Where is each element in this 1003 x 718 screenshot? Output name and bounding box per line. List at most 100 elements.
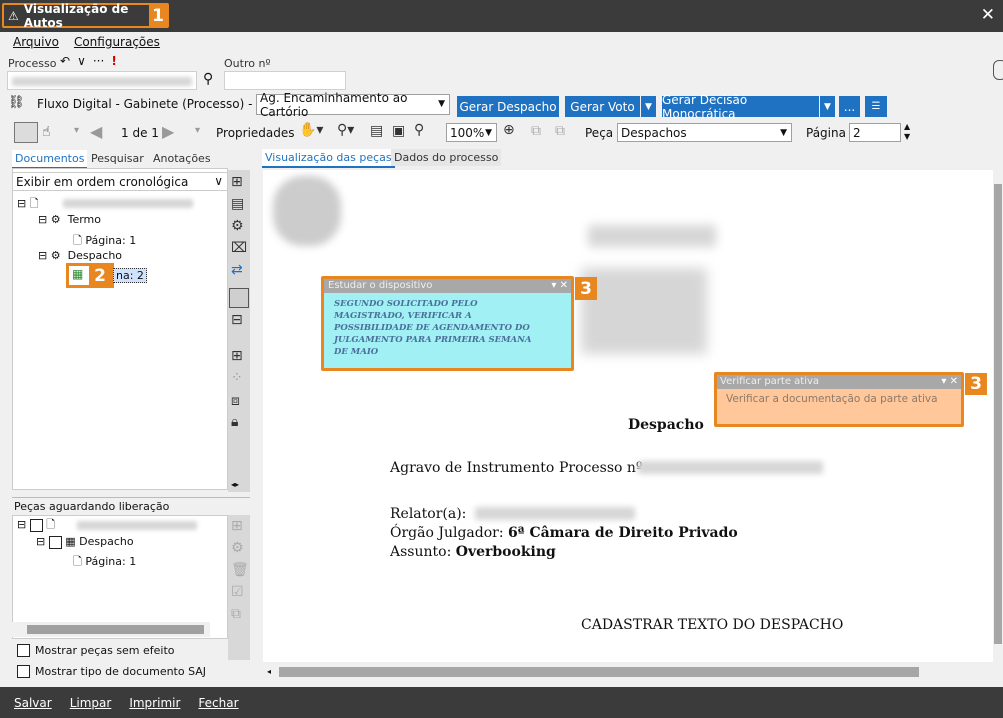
paste-icon[interactable]: ⧉ [555, 123, 565, 139]
process-number-input[interactable] [7, 71, 197, 90]
bottom-bar: Salvar Limpar Imprimir Fechar [0, 687, 1003, 718]
chevron-down-icon: ▼ [780, 128, 787, 138]
add-note-icon[interactable]: ⊞ [231, 348, 243, 364]
tree-despacho[interactable]: ⊟ ⚙ Despacho [38, 249, 122, 262]
tree-tool-icon-1[interactable]: ⊞ [231, 174, 243, 190]
fechar-button[interactable]: Fechar [198, 696, 238, 710]
tab-documentos[interactable]: Documentos [12, 150, 88, 169]
tab-visualizacao[interactable]: Visualização das peças [262, 149, 395, 168]
hand-cursor-icon[interactable]: ☝ [42, 124, 51, 140]
peca-select[interactable]: Despachos ▼ [617, 123, 792, 142]
pending-despacho[interactable]: ⊟ ▦ Despacho [36, 535, 134, 549]
scroll-arrows-icon[interactable]: ◂▸ [231, 480, 239, 489]
gerar-decisao-dropdown[interactable]: ▼ [820, 96, 835, 117]
pending-page[interactable]: 🗋 Página: 1 [73, 553, 136, 572]
next-page-icon[interactable]: ▶ [162, 122, 174, 141]
back-icon[interactable]: ↶ [60, 54, 70, 68]
doc-hscroll[interactable]: ◂ [263, 664, 993, 680]
pagina-input[interactable]: 2 [849, 123, 901, 142]
loading-icon[interactable]: ⁘ [231, 370, 243, 386]
pagina-label: Página [806, 126, 846, 140]
tree-tool-icon-2[interactable]: ▤ [231, 196, 244, 212]
tree-termo[interactable]: ⊟ ⚙ Termo [38, 213, 101, 226]
pending-root-checkbox[interactable] [29, 518, 43, 532]
prev-page-icon[interactable]: ◀ [90, 122, 102, 141]
lock-icon[interactable]: 🔒︎ [231, 414, 238, 430]
note-close-icon[interactable]: ▾ ✕ [941, 375, 958, 389]
tree-despacho-page[interactable]: na: 2 [113, 268, 147, 283]
pending-root[interactable]: ⊟ 🗋 [17, 516, 55, 535]
document-icon: 🗋 [46, 518, 56, 531]
sem-efeito-checkbox[interactable] [17, 644, 30, 657]
pending-root-label [77, 521, 197, 530]
tree-tool-icon-3[interactable]: ⚙ [231, 218, 244, 234]
limpar-button[interactable]: Limpar [70, 696, 112, 710]
app-logo-icon: ⚠ [8, 8, 19, 23]
process-actions: ↶ ∨ ··· ! [60, 54, 117, 68]
note-tool-icon[interactable] [229, 288, 249, 308]
copy-icon[interactable]: ⧉ [531, 123, 541, 139]
propriedades-button[interactable]: Propriedades [216, 126, 295, 140]
doc-vscroll[interactable] [993, 170, 1003, 662]
fit-width-icon[interactable]: ▤ [370, 123, 383, 139]
alert-icon[interactable]: ! [111, 54, 116, 68]
pagina-spinner[interactable]: ▲ ▼ [904, 122, 910, 142]
gerar-decisao-button[interactable]: Gerar Decisão Monocrática [662, 93, 819, 121]
fila-select[interactable]: Ag. Encaminhamento ao Cartório ▼ [256, 91, 450, 119]
note-verificar-text: Verificar a documentação da parte ativa [726, 393, 938, 405]
gerar-voto-button[interactable]: Gerar Voto [565, 96, 640, 117]
bell-icon[interactable] [993, 60, 1003, 80]
tab-anotacoes[interactable]: Anotações [150, 150, 214, 167]
tab-dados-processo[interactable]: Dados do processo [391, 149, 502, 166]
more-button[interactable]: ... [839, 96, 860, 117]
zoom-out-icon[interactable]: ⚲ [414, 122, 424, 138]
pending-tool-icon-4[interactable]: ⧉ [231, 606, 241, 622]
doc-relator: Relator(a): [390, 506, 467, 522]
callout-badge-1: 1 [149, 5, 167, 26]
more-icon[interactable]: ··· [93, 54, 104, 68]
pan-icon[interactable]: ✋▾ [299, 122, 323, 138]
search-icon[interactable]: ⚲ [203, 71, 213, 87]
trash-icon[interactable]: 🗑︎ [231, 562, 249, 578]
last-page-icon[interactable]: ▾ [195, 125, 200, 136]
note-close-icon[interactable]: ▾ ✕ [551, 279, 568, 293]
menu-configuracoes[interactable]: Configurações [74, 35, 160, 49]
tree-tool-icon-6[interactable]: ⊟ [231, 312, 243, 328]
pending-tool-icon-2[interactable]: ⚙ [231, 540, 244, 556]
zoom-select[interactable]: 100% ▼ [446, 123, 497, 142]
document-icon: 🗋 [29, 197, 39, 210]
tree-tool-icon-5[interactable]: ⇄ [231, 262, 243, 278]
pending-tool-icon-1[interactable]: ⊞ [231, 518, 243, 534]
order-select[interactable]: Exibir em ordem cronológica ∨ [12, 172, 228, 191]
scroll-left-icon[interactable]: ◂ [267, 667, 271, 676]
tipo-doc-checkbox[interactable] [17, 665, 30, 678]
chevron-down-icon: ▼ [485, 128, 492, 138]
tree-root[interactable]: ⊟ 🗋 [17, 195, 39, 214]
menu-arquivo[interactable]: Arquivo [13, 35, 59, 49]
salvar-button[interactable]: Salvar [14, 696, 52, 710]
note-verificar[interactable]: Verificar parte ativa ▾ ✕ Verificar a do… [714, 372, 964, 427]
sem-efeito-option[interactable]: Mostrar peças sem efeito [17, 644, 175, 657]
tree-tool-icon-4[interactable]: ⌧ [231, 240, 247, 256]
tree-termo-label: Termo [67, 213, 101, 226]
gerar-despacho-button[interactable]: Gerar Despacho [457, 96, 559, 117]
pending-hscroll[interactable] [12, 622, 210, 637]
zoom-tool-icon[interactable]: ⚲▾ [337, 122, 354, 138]
tipo-doc-option[interactable]: Mostrar tipo de documento SAJ [17, 665, 206, 678]
chevron-down-icon[interactable]: ∨ [77, 54, 86, 68]
pending-despacho-checkbox[interactable] [48, 535, 62, 549]
select-tool-icon[interactable] [14, 122, 38, 143]
doc-orgao-label: Órgão Julgador: [390, 525, 504, 541]
note-estudar[interactable]: Estudar o dispositivo ▾ ✕ SEGUNDO SOLICI… [321, 276, 574, 371]
first-page-icon[interactable]: ▾ [74, 125, 79, 136]
tree-tool-icon-7[interactable]: ⧈ [231, 393, 240, 409]
pending-tool-icon-3[interactable]: ☑ [231, 584, 244, 600]
imprimir-button[interactable]: Imprimir [129, 696, 180, 710]
gerar-voto-dropdown[interactable]: ▼ [641, 96, 656, 117]
zoom-in-icon[interactable]: ⊕ [503, 122, 515, 138]
close-icon[interactable]: ✕ [981, 5, 995, 25]
expand-icon[interactable]: ☰ [865, 96, 887, 117]
fit-page-icon[interactable]: ▣ [392, 123, 405, 139]
tab-pesquisar[interactable]: Pesquisar [88, 150, 147, 167]
outro-input[interactable] [224, 71, 346, 90]
